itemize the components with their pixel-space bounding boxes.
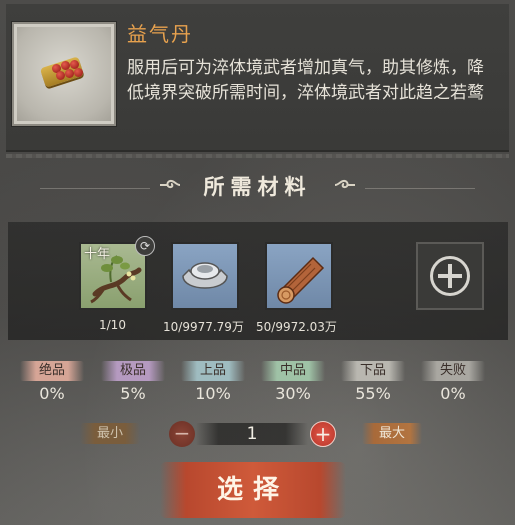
wood-log-icon [277,256,325,304]
quantity-value[interactable]: 1 [196,423,308,445]
material-slot-wood[interactable] [265,242,333,310]
grade-label-zhong: 中品 [261,361,325,381]
pill-icon [56,71,65,80]
material-count-wood: 50/9972.03万 [256,320,337,334]
max-quantity-button[interactable]: 最大 [362,423,422,444]
material-slot-silver[interactable] [171,242,239,310]
add-material-slot[interactable] [416,242,484,310]
item-icon-frame [12,22,116,126]
grade-value-zhong: 30% [275,384,311,403]
silver-ingot-icon [182,262,228,289]
min-quantity-button[interactable]: 最小 [80,423,140,444]
material-count-silver: 10/9977.79万 [163,320,244,334]
cloud-swirl-icon [334,179,355,189]
increase-button[interactable]: + [310,421,336,447]
decrease-button[interactable]: − [169,421,195,447]
grade-value-ji: 5% [120,384,146,403]
grade-label-xia: 下品 [341,361,405,381]
grade-label-ji: 极品 [101,361,165,381]
item-description: 服用后可为淬体境武者增加真气，助其修炼，降低境界突破所需时间，淬体境武者对此趋之… [127,58,484,103]
grade-label-fail: 失败 [421,361,485,381]
grade-label-shang: 上品 [181,361,245,381]
plus-icon [430,256,470,296]
grade-label-jue: 绝品 [20,361,84,381]
refresh-icon[interactable]: ⟳ [135,236,155,256]
select-button[interactable]: 选择 [160,462,346,518]
pill-icon [74,68,83,77]
grade-value-fail: 0% [440,384,466,403]
herb-age-tag: 十年 [84,247,111,262]
required-materials-title: 所需材料 [203,174,312,199]
pill-icon [65,69,74,78]
grade-value-shang: 10% [195,384,231,403]
grade-value-xia: 55% [355,384,391,403]
item-name: 益气丹 [127,22,193,46]
grade-value-jue: 0% [39,384,65,403]
material-count-herb: 1/10 [99,318,126,332]
